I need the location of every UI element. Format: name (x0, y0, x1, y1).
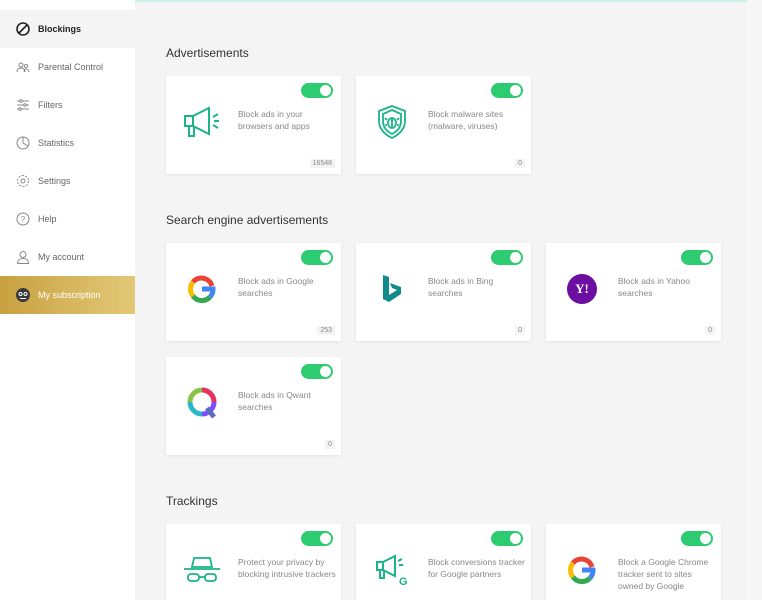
megaphone-google-icon: G (372, 550, 412, 590)
blocked-count: 16548 (309, 159, 335, 168)
top-accent-line (135, 0, 747, 2)
sidebar-item-label: Statistics (38, 138, 75, 148)
sidebar-item-label: Filters (38, 100, 63, 110)
filters-icon (15, 97, 31, 113)
card-block-ads: Block ads in your browsers and apps 1654… (166, 76, 341, 174)
card-description: Block ads in Bing searches (428, 276, 494, 298)
sidebar-item-blockings[interactable]: Blockings (0, 10, 135, 48)
card-description: Block ads in Google searches (238, 276, 314, 298)
section-title-search-engine: Search engine advertisements (166, 213, 329, 227)
google-icon (562, 550, 602, 590)
sidebar-item-label: Settings (38, 176, 71, 186)
card-block-yahoo: Y! Block ads in Yahoo searches 0 (546, 243, 721, 341)
card-description: Protect your privacy by blocking intrusi… (238, 557, 336, 579)
shield-bug-icon (372, 102, 412, 142)
sidebar-item-label: My account (38, 252, 85, 262)
card-description: Block ads in Yahoo searches (618, 276, 690, 298)
card-block-bing: Block ads in Bing searches 0 (356, 243, 531, 341)
help-icon: ? (15, 211, 31, 227)
toggle-block-google[interactable] (301, 250, 333, 265)
sidebar-item-label: Blockings (38, 24, 82, 34)
google-letter: G (399, 576, 408, 587)
toggle-block-bing[interactable] (491, 250, 523, 265)
gear-icon (15, 173, 31, 189)
card-description: Block ads in your browsers and apps (238, 109, 310, 131)
blocked-count: 0 (705, 326, 715, 335)
card-conversions-tracker: G Block conversions tracker for Google p… (356, 524, 531, 600)
card-block-google: Block ads in Google searches 253 (166, 243, 341, 341)
blocked-count: 253 (317, 326, 335, 335)
card-description: Block a Google Chrome tracker sent to si… (618, 557, 709, 591)
blocked-count: 0 (515, 326, 525, 335)
sidebar-item-label: My subscription (38, 290, 101, 300)
user-icon (15, 249, 31, 265)
megaphone-icon (182, 102, 222, 142)
statistics-icon (15, 135, 31, 151)
sidebar-item-parental-control[interactable]: Parental Control (0, 48, 135, 86)
yahoo-icon: Y! (562, 269, 602, 309)
card-block-malware: Block malware sites (malware, viruses) 0 (356, 76, 531, 174)
card-chrome-tracker: Block a Google Chrome tracker sent to si… (546, 524, 721, 600)
sidebar-item-help[interactable]: ? Help (0, 200, 135, 238)
card-description: Block ads in Qwant searches (238, 390, 311, 412)
blocked-count: 0 (325, 440, 335, 449)
toggle-block-yahoo[interactable] (681, 250, 713, 265)
yahoo-logo: Y! (567, 274, 597, 304)
spy-icon (182, 550, 222, 590)
parental-icon (15, 59, 31, 75)
toggle-chrome-tracker[interactable] (681, 531, 713, 546)
svg-text:?: ? (21, 215, 26, 224)
card-description: Block malware sites (malware, viruses) (428, 109, 504, 131)
sidebar-item-filters[interactable]: Filters (0, 86, 135, 124)
scrollbar[interactable] (747, 0, 762, 600)
toggle-block-malware[interactable] (491, 83, 523, 98)
card-block-qwant: Block ads in Qwant searches 0 (166, 357, 341, 455)
toggle-conversions-tracker[interactable] (491, 531, 523, 546)
card-description: Block conversions tracker for Google par… (428, 557, 525, 579)
sidebar: Blockings Parental Control Filters Stati… (0, 0, 135, 600)
sidebar-item-my-subscription[interactable]: My subscription (0, 276, 135, 314)
toggle-block-qwant[interactable] (301, 364, 333, 379)
block-icon (15, 21, 31, 37)
sidebar-item-label: Parental Control (38, 62, 104, 72)
sidebar-item-my-account[interactable]: My account (0, 238, 135, 276)
sidebar-item-settings[interactable]: Settings (0, 162, 135, 200)
toggle-block-ads[interactable] (301, 83, 333, 98)
sidebar-item-statistics[interactable]: Statistics (0, 124, 135, 162)
google-icon (182, 269, 222, 309)
card-privacy-trackers: Protect your privacy by blocking intrusi… (166, 524, 341, 600)
qwant-icon (182, 383, 222, 423)
bing-icon (372, 269, 412, 309)
sidebar-item-label: Help (38, 214, 57, 224)
blocked-count: 0 (515, 159, 525, 168)
mascot-icon (15, 287, 31, 303)
section-title-trackings: Trackings (166, 494, 218, 508)
section-title-advertisements: Advertisements (166, 46, 249, 60)
toggle-privacy-trackers[interactable] (301, 531, 333, 546)
